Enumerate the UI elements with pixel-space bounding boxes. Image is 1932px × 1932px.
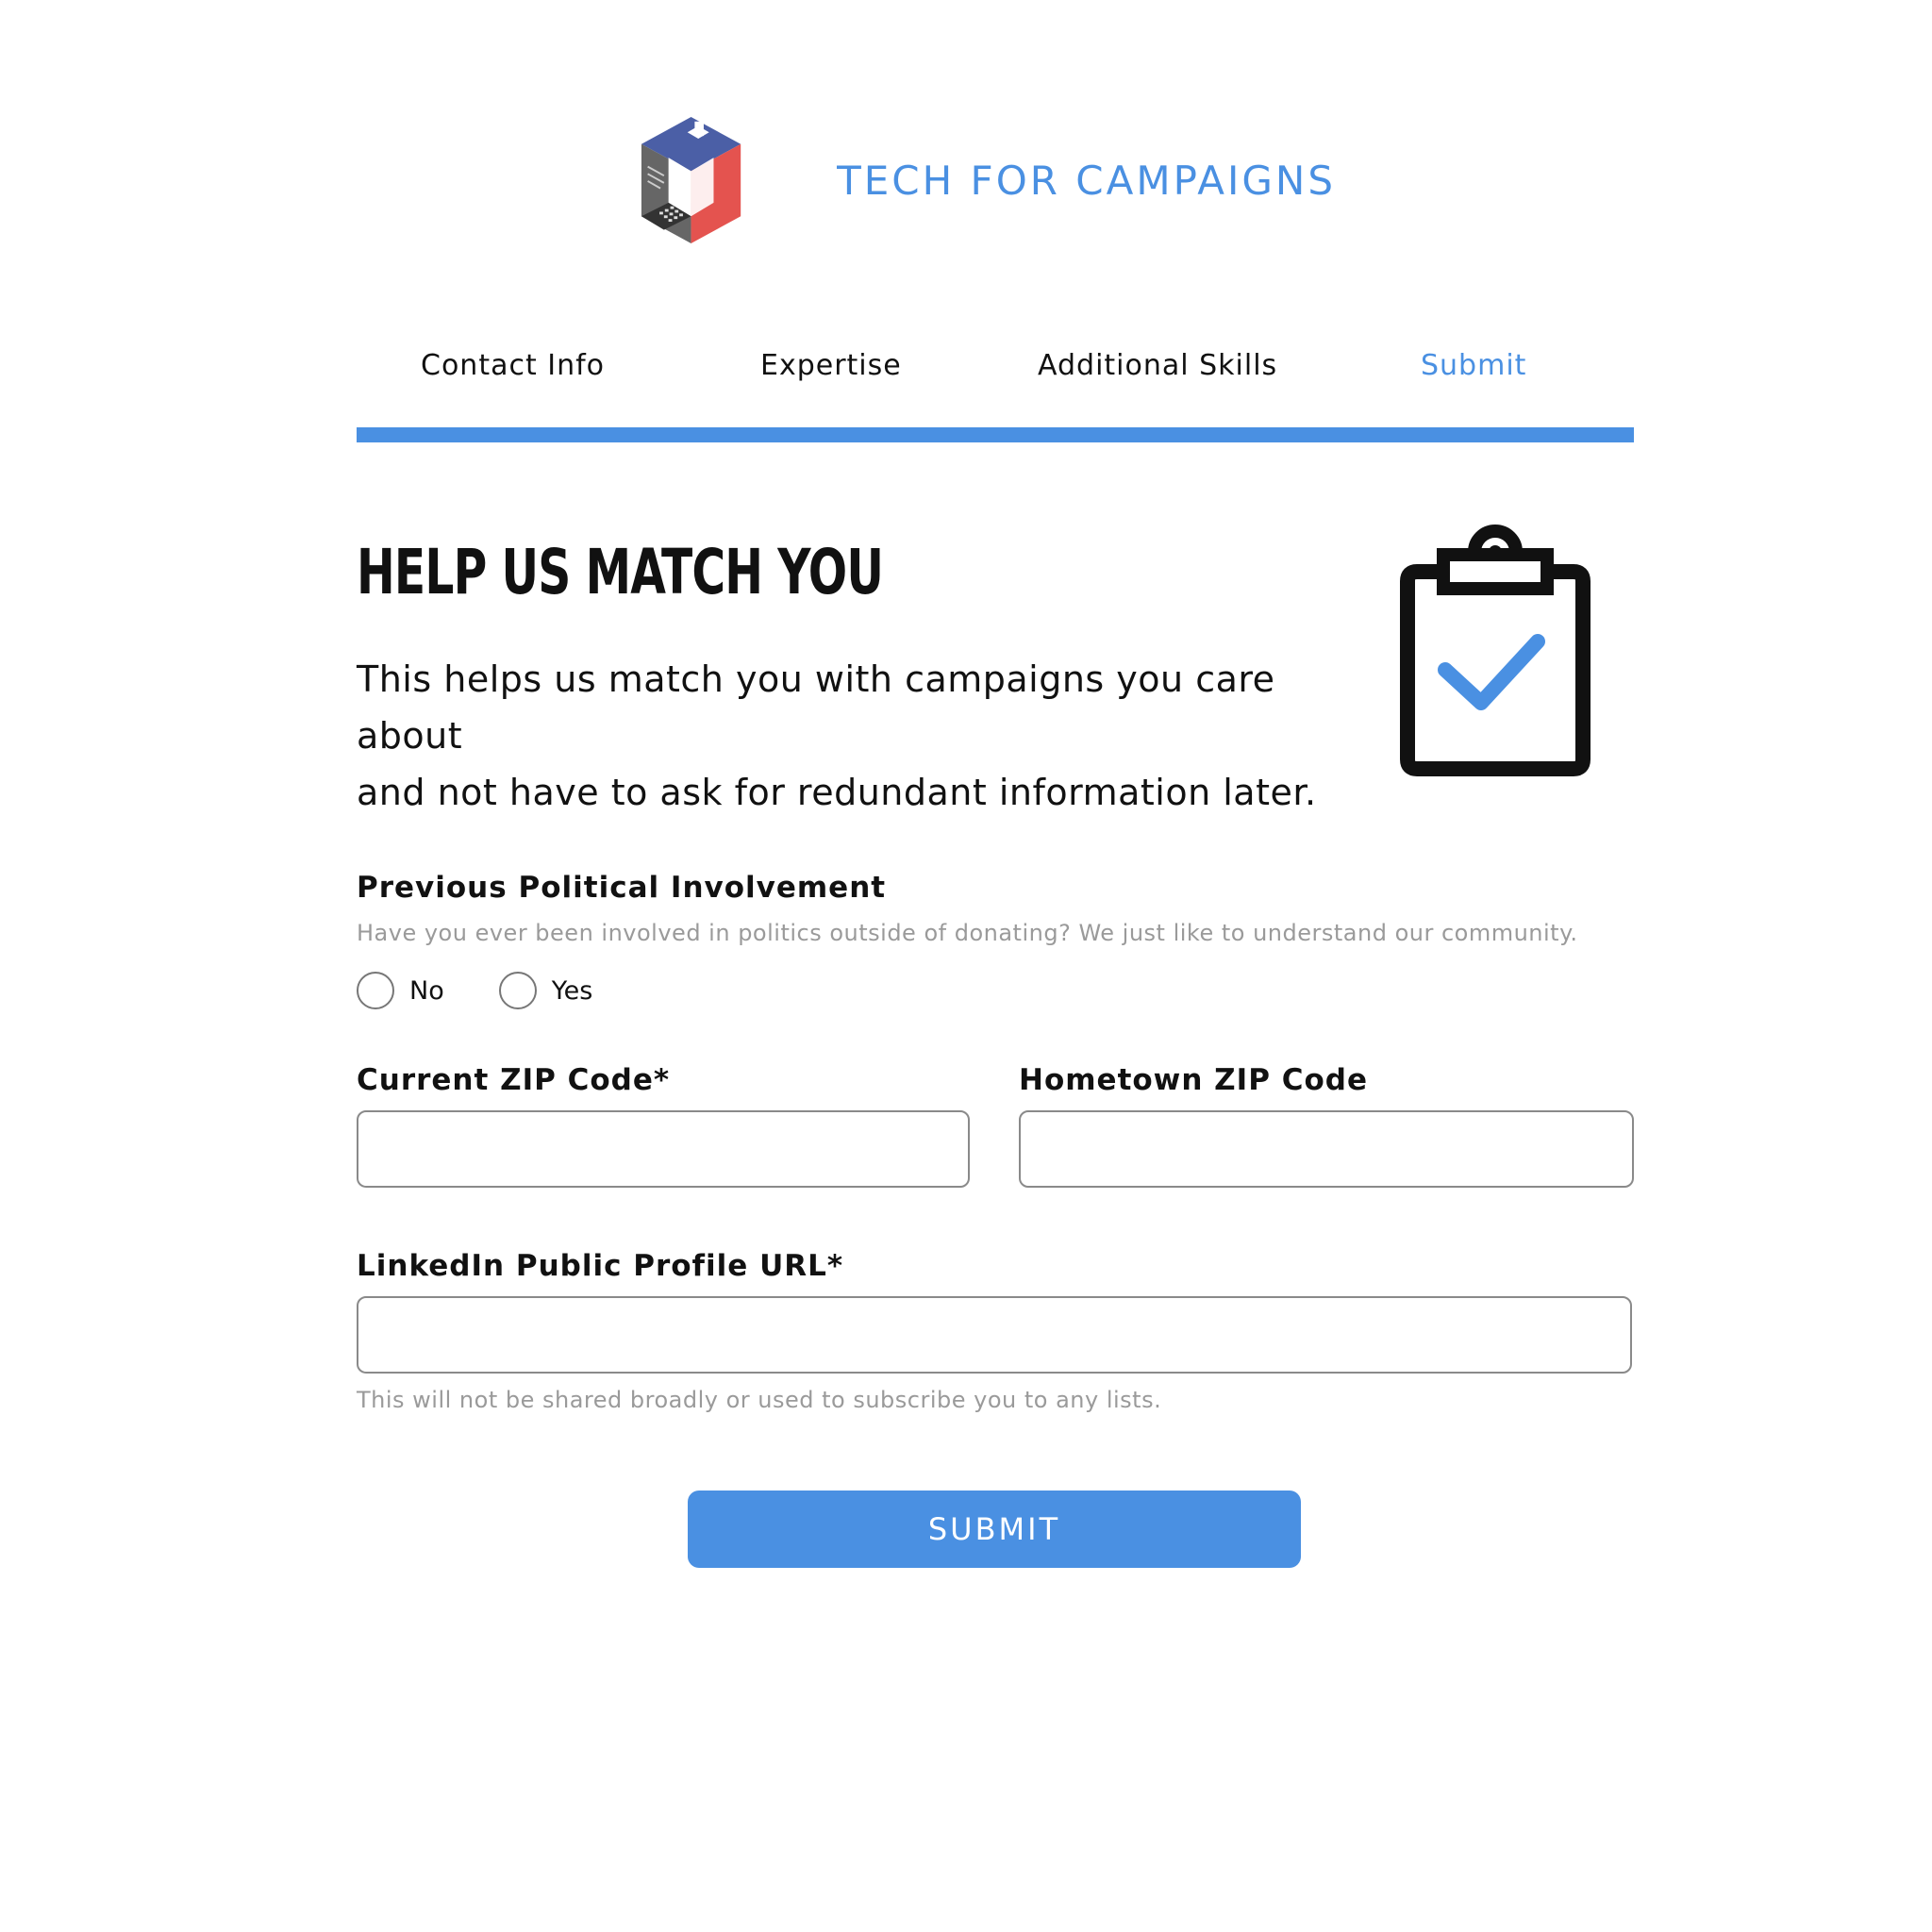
- brand-name: TECH FOR CAMPAIGNS: [837, 157, 1336, 204]
- linkedin-url-input[interactable]: [357, 1296, 1632, 1374]
- involvement-label: Previous Political Involvement: [357, 871, 887, 905]
- intro-text: This helps us match you with campaigns y…: [357, 651, 1357, 821]
- linkedin-label: LinkedIn Public Profile URL*: [357, 1249, 844, 1283]
- radio-yes-circle[interactable]: [498, 972, 537, 1009]
- involvement-radio-group: No Yes: [357, 970, 647, 1011]
- step-navigation: Contact Info Expertise Additional Skills…: [357, 349, 1634, 415]
- intro-line-2: and not have to ask for redundant inform…: [357, 772, 1317, 813]
- step-contact-info[interactable]: Contact Info: [421, 349, 605, 382]
- clipboard-check-icon: [1400, 525, 1591, 776]
- current-zip-input[interactable]: [357, 1110, 970, 1188]
- step-expertise[interactable]: Expertise: [760, 349, 902, 382]
- involvement-hint: Have you ever been involved in politics …: [357, 920, 1578, 946]
- submit-button[interactable]: SUBMIT: [688, 1491, 1301, 1568]
- intro-line-1: This helps us match you with campaigns y…: [357, 658, 1275, 757]
- progress-bar: [357, 427, 1634, 442]
- brand-logo-icon: [641, 117, 741, 243]
- radio-yes-label[interactable]: Yes: [552, 976, 593, 1006]
- radio-option-yes[interactable]: Yes: [498, 972, 593, 1009]
- hometown-zip-label: Hometown ZIP Code: [1019, 1063, 1368, 1097]
- current-zip-label: Current ZIP Code*: [357, 1063, 671, 1097]
- brand-header: TECH FOR CAMPAIGNS: [619, 109, 1336, 251]
- linkedin-hint: This will not be shared broadly or used …: [357, 1387, 1162, 1413]
- page-title: HELP US MATCH YOU: [357, 536, 884, 608]
- radio-no-circle[interactable]: [357, 972, 394, 1009]
- radio-no-label[interactable]: No: [409, 976, 444, 1006]
- step-additional-skills[interactable]: Additional Skills: [1038, 349, 1277, 382]
- step-submit[interactable]: Submit: [1421, 349, 1526, 382]
- hometown-zip-input[interactable]: [1019, 1110, 1634, 1188]
- radio-option-no[interactable]: No: [357, 972, 444, 1009]
